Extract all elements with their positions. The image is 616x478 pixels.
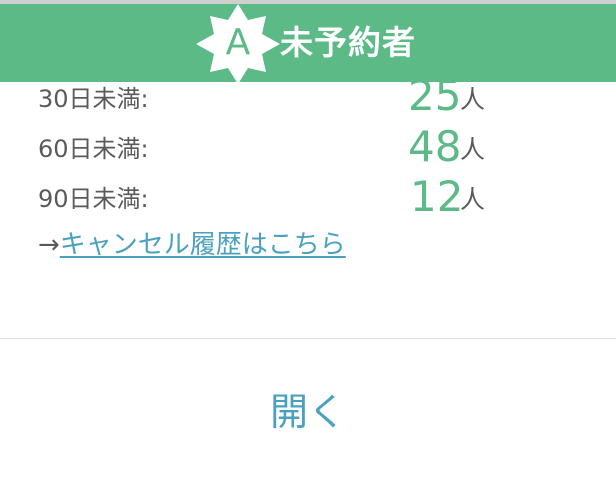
section-title: 未予約者 bbox=[280, 23, 416, 62]
stat-unit: 人 bbox=[460, 135, 486, 164]
stat-unit: 人 bbox=[460, 185, 486, 214]
stat-row-90: 90日未満: 12 人 bbox=[38, 168, 598, 218]
stat-value: 12 bbox=[410, 172, 464, 221]
badge-letter: A bbox=[225, 22, 251, 63]
arrow-right-icon: → bbox=[38, 230, 60, 260]
open-button[interactable]: 開く bbox=[0, 339, 616, 478]
stat-value: 25 bbox=[408, 71, 462, 120]
stat-label: 90日未満: bbox=[38, 185, 149, 213]
stat-label: 30日未満: bbox=[38, 85, 149, 113]
unreserved-stats: 30日未満: 25 人 60日未満: 48 人 90日未満: 12 人 bbox=[38, 75, 598, 218]
stat-value: 48 bbox=[408, 122, 462, 171]
stat-label: 60日未満: bbox=[38, 135, 149, 163]
cancel-history-link[interactable]: キャンセル履歴はこちら bbox=[60, 230, 346, 260]
stat-row-60: 60日未満: 48 人 bbox=[38, 118, 598, 168]
stat-unit: 人 bbox=[460, 85, 486, 114]
stat-row-30: 30日未満: 25 人 bbox=[38, 75, 598, 118]
section-header: A 未予約者 bbox=[0, 4, 616, 84]
star-badge-icon: A bbox=[196, 4, 280, 88]
cancel-history: →キャンセル履歴はこちら bbox=[38, 224, 346, 261]
page: A 未予約者 30日未満: 25 人 60日未満: 48 人 90日未満: 12… bbox=[0, 0, 616, 478]
